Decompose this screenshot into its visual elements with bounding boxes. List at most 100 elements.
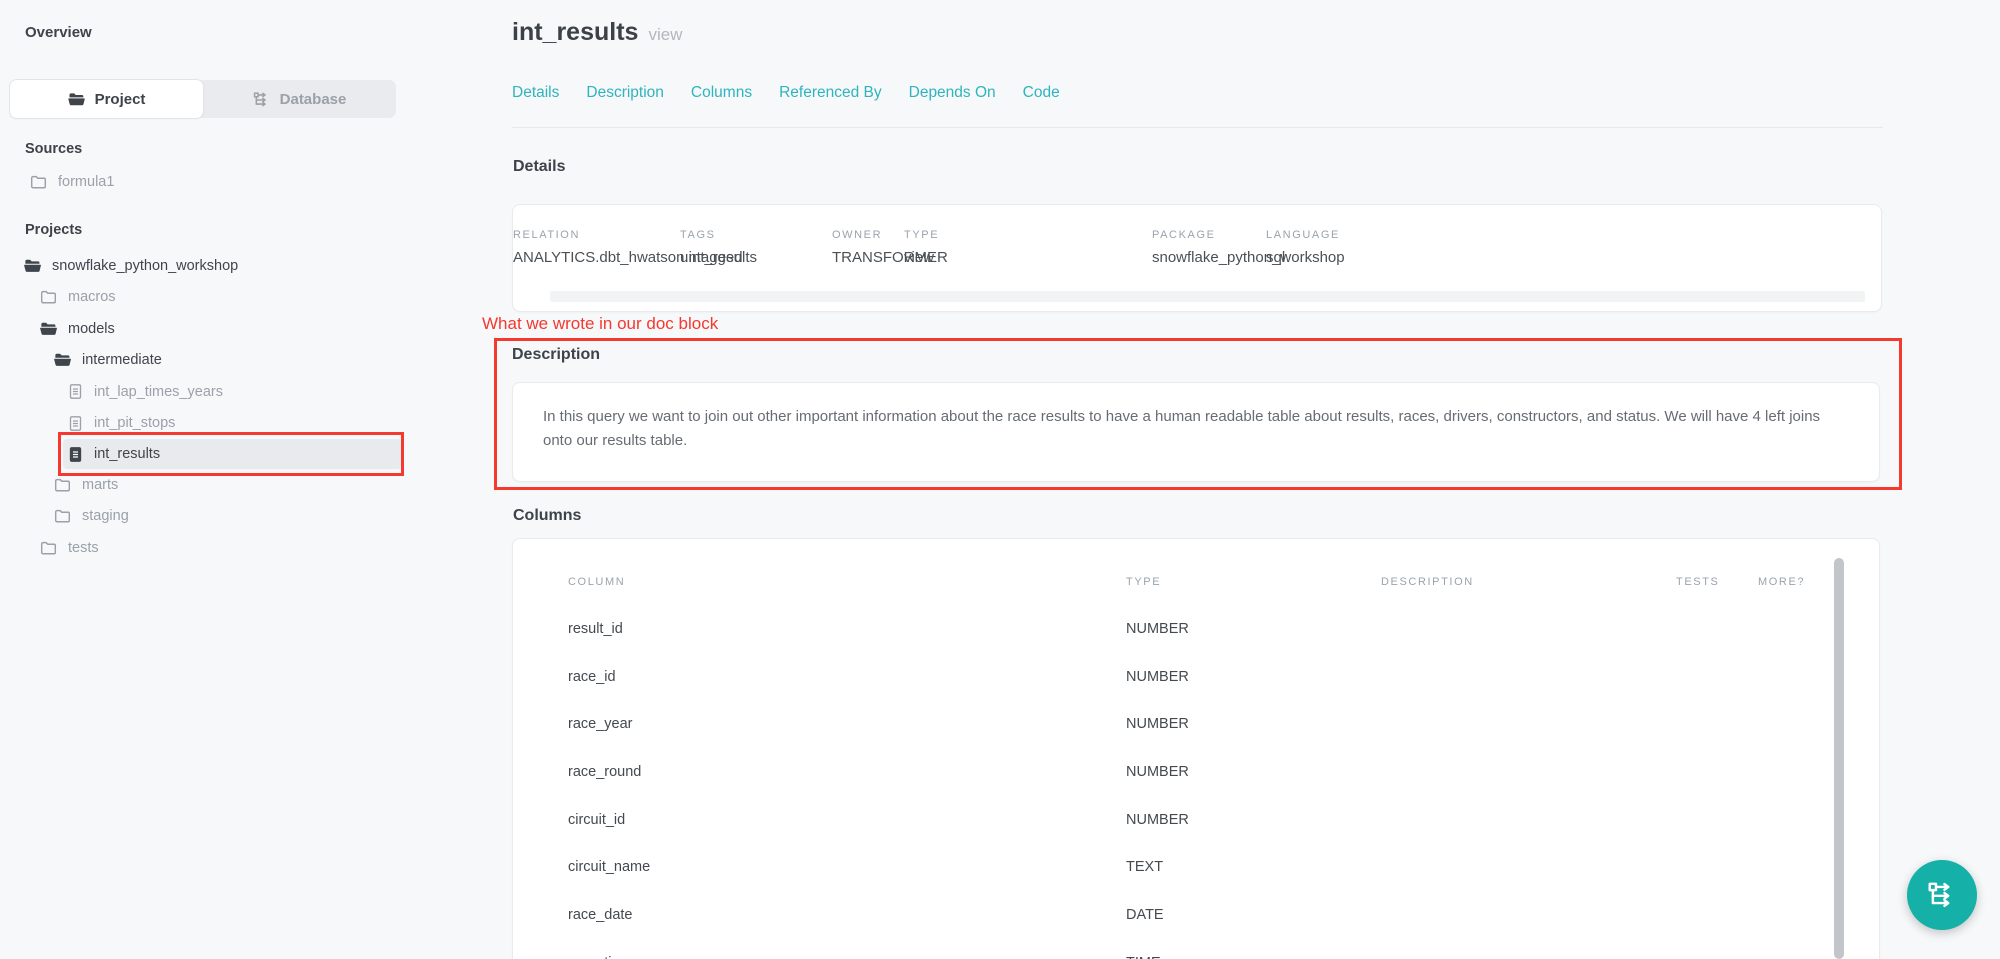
folder-open-icon [40, 321, 57, 337]
file-icon [68, 415, 83, 432]
tree-item[interactable]: int_lap_times_years [68, 376, 402, 408]
tab-project[interactable]: Project [10, 80, 203, 118]
column-type-cell: NUMBER [1126, 621, 1381, 637]
detail-field-value: ANALYTICS.dbt_hwatson.int_results [513, 249, 757, 266]
detail-field-value: view [904, 249, 934, 266]
race_time[interactable]: race_time TIME [513, 939, 1879, 959]
tab-database[interactable]: Database [203, 80, 396, 118]
lineage-graph-button[interactable] [1907, 860, 1977, 930]
annotation-rectangle: Description In this query we want to joi… [494, 338, 1902, 490]
overview-heading[interactable]: Overview [25, 24, 92, 41]
folder-icon [30, 174, 47, 190]
materialization-badge: view [648, 25, 682, 44]
file-icon [68, 383, 83, 400]
race_round[interactable]: race_round NUMBER [513, 748, 1879, 796]
tree-item[interactable]: intermediate [54, 345, 402, 377]
folder-icon [54, 508, 71, 524]
column-header-column: COLUMN [568, 576, 1126, 588]
lineage-graph-icon [1927, 880, 1957, 910]
tree-item-label: snowflake_python_workshop [52, 258, 238, 274]
columns-heading: Columns [513, 507, 581, 525]
detail-field-label: RELATION [513, 229, 580, 241]
tree-item-label: models [68, 321, 115, 337]
detail-field-label: LANGUAGE [1266, 229, 1340, 241]
tree-item-label: tests [68, 540, 99, 556]
column-header-type: TYPE [1126, 576, 1381, 588]
column-name-cell: race_time [568, 955, 1126, 959]
tree-item-label: staging [82, 508, 129, 524]
circuit_id[interactable]: circuit_id NUMBER [513, 796, 1879, 844]
folder-icon [54, 477, 71, 493]
column-type-cell: NUMBER [1126, 812, 1381, 828]
result_id[interactable]: result_id NUMBER [513, 605, 1879, 653]
detail-field-label: PACKAGE [1152, 229, 1216, 241]
nav-tab[interactable]: Columns [691, 84, 752, 102]
description-heading: Description [512, 346, 600, 364]
column-type-cell: TIME [1126, 955, 1381, 959]
model-name: int_results [512, 18, 638, 46]
description-card: In this query we want to join out other … [512, 382, 1880, 482]
tree-item-label: int_results [94, 446, 160, 462]
page-title: int_results view [512, 18, 682, 47]
folder-icon [68, 92, 85, 107]
column-name-cell: circuit_name [568, 859, 1126, 875]
tree-item[interactable]: marts [54, 469, 402, 501]
columns-scrollbar[interactable] [1834, 558, 1844, 959]
detail-field-label: TYPE [904, 229, 939, 241]
folder-icon [40, 289, 57, 305]
annotation-note: What we wrote in our doc block [482, 314, 718, 334]
section-nav: Details Description Columns Referenced By De… [512, 84, 1060, 102]
column-name-cell: race_id [568, 669, 1126, 685]
tree-item-label: intermediate [82, 352, 162, 368]
detail-field-value: sql [1266, 249, 1285, 266]
projects-heading: Projects [25, 222, 82, 238]
dbt-docs-app: Overview Project [0, 0, 2000, 959]
detail-field-value: snowflake_python_workshop [1152, 249, 1345, 266]
tree-item[interactable]: macros [40, 282, 402, 314]
tree-item[interactable]: snowflake_python_workshop [24, 250, 402, 282]
column-name-cell: result_id [568, 621, 1126, 637]
detail-field-label: TAGS [680, 229, 716, 241]
column-name-cell: race_round [568, 764, 1126, 780]
tree-item[interactable]: staging [54, 501, 402, 533]
tab-project-label: Project [95, 91, 146, 108]
nav-tab[interactable]: Code [1023, 84, 1060, 102]
project-tree: snowflake_python_workshop macros [0, 250, 402, 564]
column-name-cell: race_date [568, 907, 1126, 923]
details-footer-strip [550, 291, 1865, 302]
tree-item-label: marts [82, 477, 118, 493]
column-header-more: MORE? [1758, 576, 1879, 588]
race_year[interactable]: race_year NUMBER [513, 700, 1879, 748]
nav-tab[interactable]: Details [512, 84, 559, 102]
details-heading: Details [513, 158, 565, 176]
header-divider [512, 127, 1883, 128]
nav-tab[interactable]: Depends On [909, 84, 996, 102]
nav-tab[interactable]: Referenced By [779, 84, 882, 102]
race_date[interactable]: race_date DATE [513, 891, 1879, 939]
tree-item[interactable]: models [40, 313, 402, 345]
race_id[interactable]: race_id NUMBER [513, 653, 1879, 701]
nav-tab[interactable]: Description [586, 84, 664, 102]
tree-item-label: macros [68, 289, 116, 305]
tab-database-label: Database [280, 91, 347, 108]
tree-item[interactable]: int_pit_stops [68, 408, 402, 440]
folder-open-icon [24, 258, 41, 274]
folder-open-icon [54, 352, 71, 368]
folder-icon [40, 540, 57, 556]
column-type-cell: DATE [1126, 907, 1381, 923]
circuit_name[interactable]: circuit_name TEXT [513, 843, 1879, 891]
column-header-description: DESCRIPTION [1381, 576, 1676, 588]
columns-card: COLUMN TYPE DESCRIPTION TESTS MORE? resu… [512, 538, 1880, 959]
column-header-tests: TESTS [1676, 576, 1758, 588]
tree-item-label: formula1 [58, 174, 114, 190]
column-type-cell: NUMBER [1126, 764, 1381, 780]
sources-tree: formula1 [0, 166, 402, 198]
column-type-cell: NUMBER [1126, 716, 1381, 732]
details-card: TAGS untagged OWNER TRANSFORMER TYPE vie… [512, 204, 1882, 312]
columns-table-header: COLUMN TYPE DESCRIPTION TESTS MORE? [513, 539, 1879, 595]
tree-item[interactable]: tests [40, 532, 402, 564]
sources-heading: Sources [25, 141, 82, 157]
tree-item[interactable]: int_results [63, 439, 402, 469]
view-toggle: Project Database [10, 80, 396, 118]
tree-item[interactable]: formula1 [30, 166, 402, 198]
